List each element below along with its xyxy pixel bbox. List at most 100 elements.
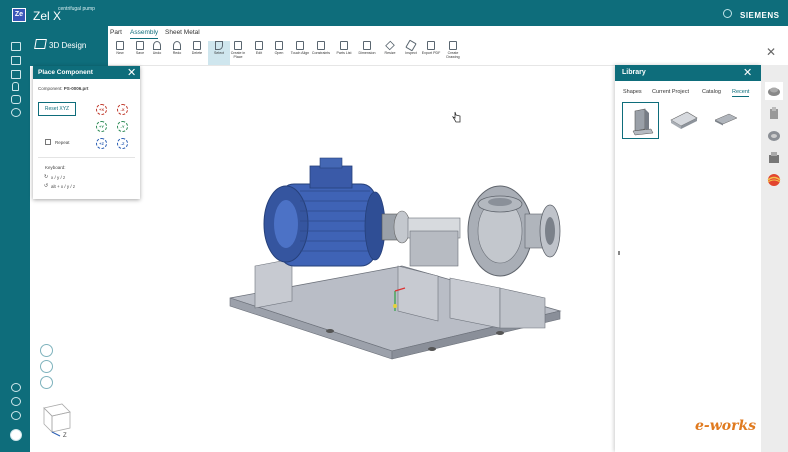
- undo-icon: [153, 41, 161, 50]
- library-title: Library: [622, 69, 646, 76]
- close-icon[interactable]: ✕: [766, 45, 776, 59]
- rotate-icon: ↻: [44, 174, 49, 180]
- materials-icon[interactable]: [765, 171, 783, 189]
- mode-dropdown[interactable]: 3D Design ▼: [30, 26, 132, 66]
- library-item-bracket[interactable]: [622, 102, 659, 139]
- library-item-thin-plate[interactable]: [707, 102, 744, 139]
- open-icon: [275, 41, 283, 50]
- folder-icon[interactable]: [11, 56, 21, 65]
- delete-icon: [193, 41, 201, 50]
- app-name: Zel X: [33, 9, 62, 23]
- create-drawing-button[interactable]: Create Drawing: [442, 41, 464, 65]
- inspect-button[interactable]: Inspect: [400, 39, 422, 65]
- edit-button[interactable]: Edit: [248, 41, 270, 65]
- repeat-checkbox[interactable]: [45, 139, 51, 145]
- panel-title: Place Component: [38, 69, 93, 76]
- undo-button[interactable]: Undo: [146, 41, 168, 65]
- library-shapes-icon[interactable]: [765, 82, 783, 100]
- library-tab-recent[interactable]: Recent: [732, 89, 750, 97]
- keyboard-shortcut: alt + x / y / z: [51, 184, 76, 189]
- parts-list-button[interactable]: Parts List: [333, 41, 355, 65]
- tab-sheet-metal[interactable]: Sheet Metal: [165, 29, 200, 38]
- title-bar: Ze Zel X centrifugal pump SIEMENS: [0, 0, 788, 26]
- hand-cursor-icon: [451, 111, 461, 125]
- open-button[interactable]: Open: [268, 41, 290, 65]
- dimension-button[interactable]: Dimension: [356, 41, 378, 65]
- help-icon[interactable]: [11, 383, 21, 392]
- constraints-button[interactable]: Constraints: [310, 41, 332, 65]
- touch-align-icon: [296, 41, 304, 50]
- library-item-plate[interactable]: [665, 102, 702, 139]
- component-file: PS-0006.prt: [63, 86, 89, 91]
- lightbulb-icon[interactable]: [12, 82, 19, 91]
- export-pdf-button[interactable]: Export PDF: [420, 41, 442, 65]
- view-cube[interactable]: [38, 400, 74, 440]
- zoom-icon[interactable]: [40, 360, 53, 373]
- library-tab-shapes[interactable]: Shapes: [623, 89, 642, 96]
- rotate-plus-z-button[interactable]: +Z: [96, 138, 107, 149]
- dimension-icon: [363, 41, 371, 50]
- component-label: Component:: [38, 86, 63, 91]
- library-header: Library ✕: [615, 65, 761, 81]
- inspect-icon: [405, 39, 417, 52]
- components-icon[interactable]: [765, 149, 783, 167]
- rotate-plus-y-button[interactable]: +Y: [96, 121, 107, 132]
- home-icon[interactable]: [11, 42, 21, 51]
- zoom-fit-icon[interactable]: [40, 344, 53, 357]
- history-icon[interactable]: [11, 108, 21, 117]
- search-icon[interactable]: [723, 9, 732, 18]
- resize-icon: [385, 40, 395, 51]
- redo-icon: [173, 41, 181, 50]
- ribbon: Part Assembly Sheet Metal New Save Undo …: [108, 26, 788, 66]
- gear-icon[interactable]: [11, 411, 21, 420]
- mode-label: 3D Design: [49, 41, 87, 50]
- panel-header: Place Component ✕: [33, 66, 140, 79]
- reset-xyz-button[interactable]: Reset XYZ: [38, 102, 76, 116]
- app-logo: Ze: [12, 8, 26, 22]
- brand-label: SIEMENS: [740, 11, 780, 20]
- keyboard-shortcut: x / y / z: [51, 175, 66, 180]
- pan-icon[interactable]: [40, 376, 53, 389]
- panel-resize-handle[interactable]: [618, 251, 620, 255]
- rotate-back-icon: ↺: [44, 183, 49, 189]
- create-in-place-icon: [234, 41, 242, 50]
- account-icon[interactable]: [10, 429, 22, 441]
- parts-icon[interactable]: [765, 105, 783, 123]
- divider: [38, 157, 135, 158]
- select-icon: [215, 41, 223, 50]
- edit-icon: [255, 41, 263, 50]
- parts-list-icon: [340, 41, 348, 50]
- paint-icon[interactable]: [11, 95, 21, 104]
- library-tab-catalog[interactable]: Catalog: [702, 89, 721, 96]
- keyboard-title: Keyboard:: [45, 165, 66, 170]
- constraints-icon: [317, 41, 325, 50]
- resize-button[interactable]: Resize: [379, 40, 401, 65]
- touch-align-button[interactable]: Touch Align: [289, 41, 311, 65]
- new-icon: [116, 41, 124, 50]
- close-icon[interactable]: ✕: [743, 68, 752, 79]
- watermark: e-works: [695, 418, 757, 434]
- rotate-minus-x-button[interactable]: -X: [117, 104, 128, 115]
- settings-icon[interactable]: [11, 397, 21, 406]
- right-toolbar: [761, 65, 788, 452]
- document-icon[interactable]: [11, 70, 21, 79]
- assembly-icon[interactable]: [765, 127, 783, 145]
- save-icon: [136, 41, 144, 50]
- rotate-minus-z-button[interactable]: -Z: [117, 138, 128, 149]
- file-name: centrifugal pump: [58, 6, 95, 12]
- create-drawing-icon: [449, 41, 457, 50]
- create-in-place-button[interactable]: Create in Place: [227, 41, 249, 65]
- tab-part[interactable]: Part: [110, 29, 122, 38]
- rotate-plus-x-button[interactable]: +X: [96, 104, 107, 115]
- delete-button[interactable]: Delete: [186, 41, 208, 65]
- library-tab-current-project[interactable]: Current Project: [652, 89, 689, 96]
- left-sidebar: [0, 26, 30, 452]
- 3d-design-icon: [34, 39, 47, 49]
- rotate-minus-y-button[interactable]: -Y: [117, 121, 128, 132]
- place-component-panel: Place Component ✕ Component: PS-0006.prt…: [33, 66, 140, 199]
- new-button[interactable]: New: [109, 41, 131, 65]
- tab-assembly[interactable]: Assembly: [130, 29, 159, 39]
- redo-button[interactable]: Redo: [166, 41, 188, 65]
- export-pdf-icon: [427, 41, 435, 50]
- close-icon[interactable]: ✕: [127, 68, 136, 79]
